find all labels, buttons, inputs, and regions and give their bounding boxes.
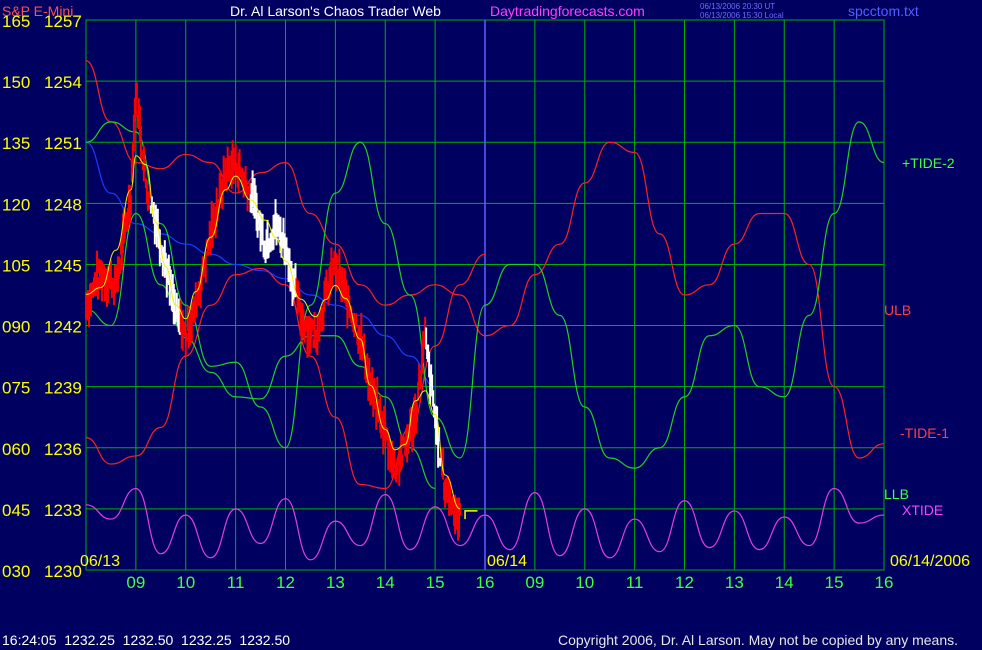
x-tick-label: 11 xyxy=(227,573,245,592)
x-tick-label: 09 xyxy=(126,573,145,592)
y-tick-index: 090 xyxy=(2,318,30,337)
x-tick-label: 14 xyxy=(775,573,794,592)
y-tick-price: 1245 xyxy=(44,256,82,275)
y-tick-index: 060 xyxy=(2,440,30,459)
y-tick-price: 1236 xyxy=(44,440,82,459)
x-tick-label: 12 xyxy=(675,573,694,592)
y-tick-price: 1251 xyxy=(44,134,82,153)
last-quote: 16:24:05 1232.25 1232.50 1232.25 1232.50 xyxy=(2,632,291,648)
x-tick-label: 10 xyxy=(176,573,195,592)
x-tick-label: 15 xyxy=(825,573,844,592)
date-label-start: 06/13 xyxy=(80,553,120,570)
x-tick-label: 11 xyxy=(626,573,644,592)
copyright: Copyright 2006, Dr. Al Larson. May not b… xyxy=(557,632,958,648)
timestamp-local: 06/13/2006 15:30 Local xyxy=(700,11,784,20)
x-tick-label: 09 xyxy=(525,573,544,592)
instrument-label: S&P E-Mini xyxy=(2,3,73,19)
y-tick-price: 1242 xyxy=(44,318,82,337)
y-tick-index: 105 xyxy=(2,256,30,275)
y-tick-index: 120 xyxy=(2,195,30,214)
y-tick-index: 030 xyxy=(2,562,30,581)
timestamp-ut: 06/13/2006 20:30 UT xyxy=(700,2,775,11)
x-tick-label: 16 xyxy=(875,573,894,592)
label-llb: LLB xyxy=(884,486,909,502)
y-tick-price: 1248 xyxy=(44,195,82,214)
y-tick-index: 045 xyxy=(2,501,30,520)
y-tick-price: 1233 xyxy=(44,501,82,520)
x-tick-label: 12 xyxy=(276,573,295,592)
x-tick-label: 13 xyxy=(725,573,744,592)
y-tick-index: 150 xyxy=(2,73,30,92)
x-tick-label: 14 xyxy=(376,573,395,592)
label-tide-2: +TIDE-2 xyxy=(902,155,955,171)
date-label-mid: 06/14 xyxy=(487,553,527,570)
x-tick-label: 15 xyxy=(426,573,445,592)
y-tick-index: 075 xyxy=(2,379,30,398)
y-tick-price: 1230 xyxy=(44,562,82,581)
y-tick-price: 1239 xyxy=(44,379,82,398)
y-tick-index: 135 xyxy=(2,134,30,153)
chart-title: Dr. Al Larson's Chaos Trader Web xyxy=(230,3,441,19)
filename-label: spcctom.txt xyxy=(848,3,919,19)
date-label-end: 06/14/2006 xyxy=(890,553,970,570)
x-tick-label: 16 xyxy=(476,573,495,592)
y-tick-price: 1254 xyxy=(44,73,82,92)
website-label: Daytradingforecasts.com xyxy=(490,3,645,19)
x-tick-label: 13 xyxy=(326,573,345,592)
label-ulb: ULB xyxy=(884,302,911,318)
label-tide-1: -TIDE-1 xyxy=(900,425,949,441)
chart-canvas: 165 1257150 1254135 1251120 1248105 1245090 12… xyxy=(0,0,982,650)
x-tick-label: 10 xyxy=(575,573,594,592)
label-xtide: XTIDE xyxy=(902,502,943,518)
